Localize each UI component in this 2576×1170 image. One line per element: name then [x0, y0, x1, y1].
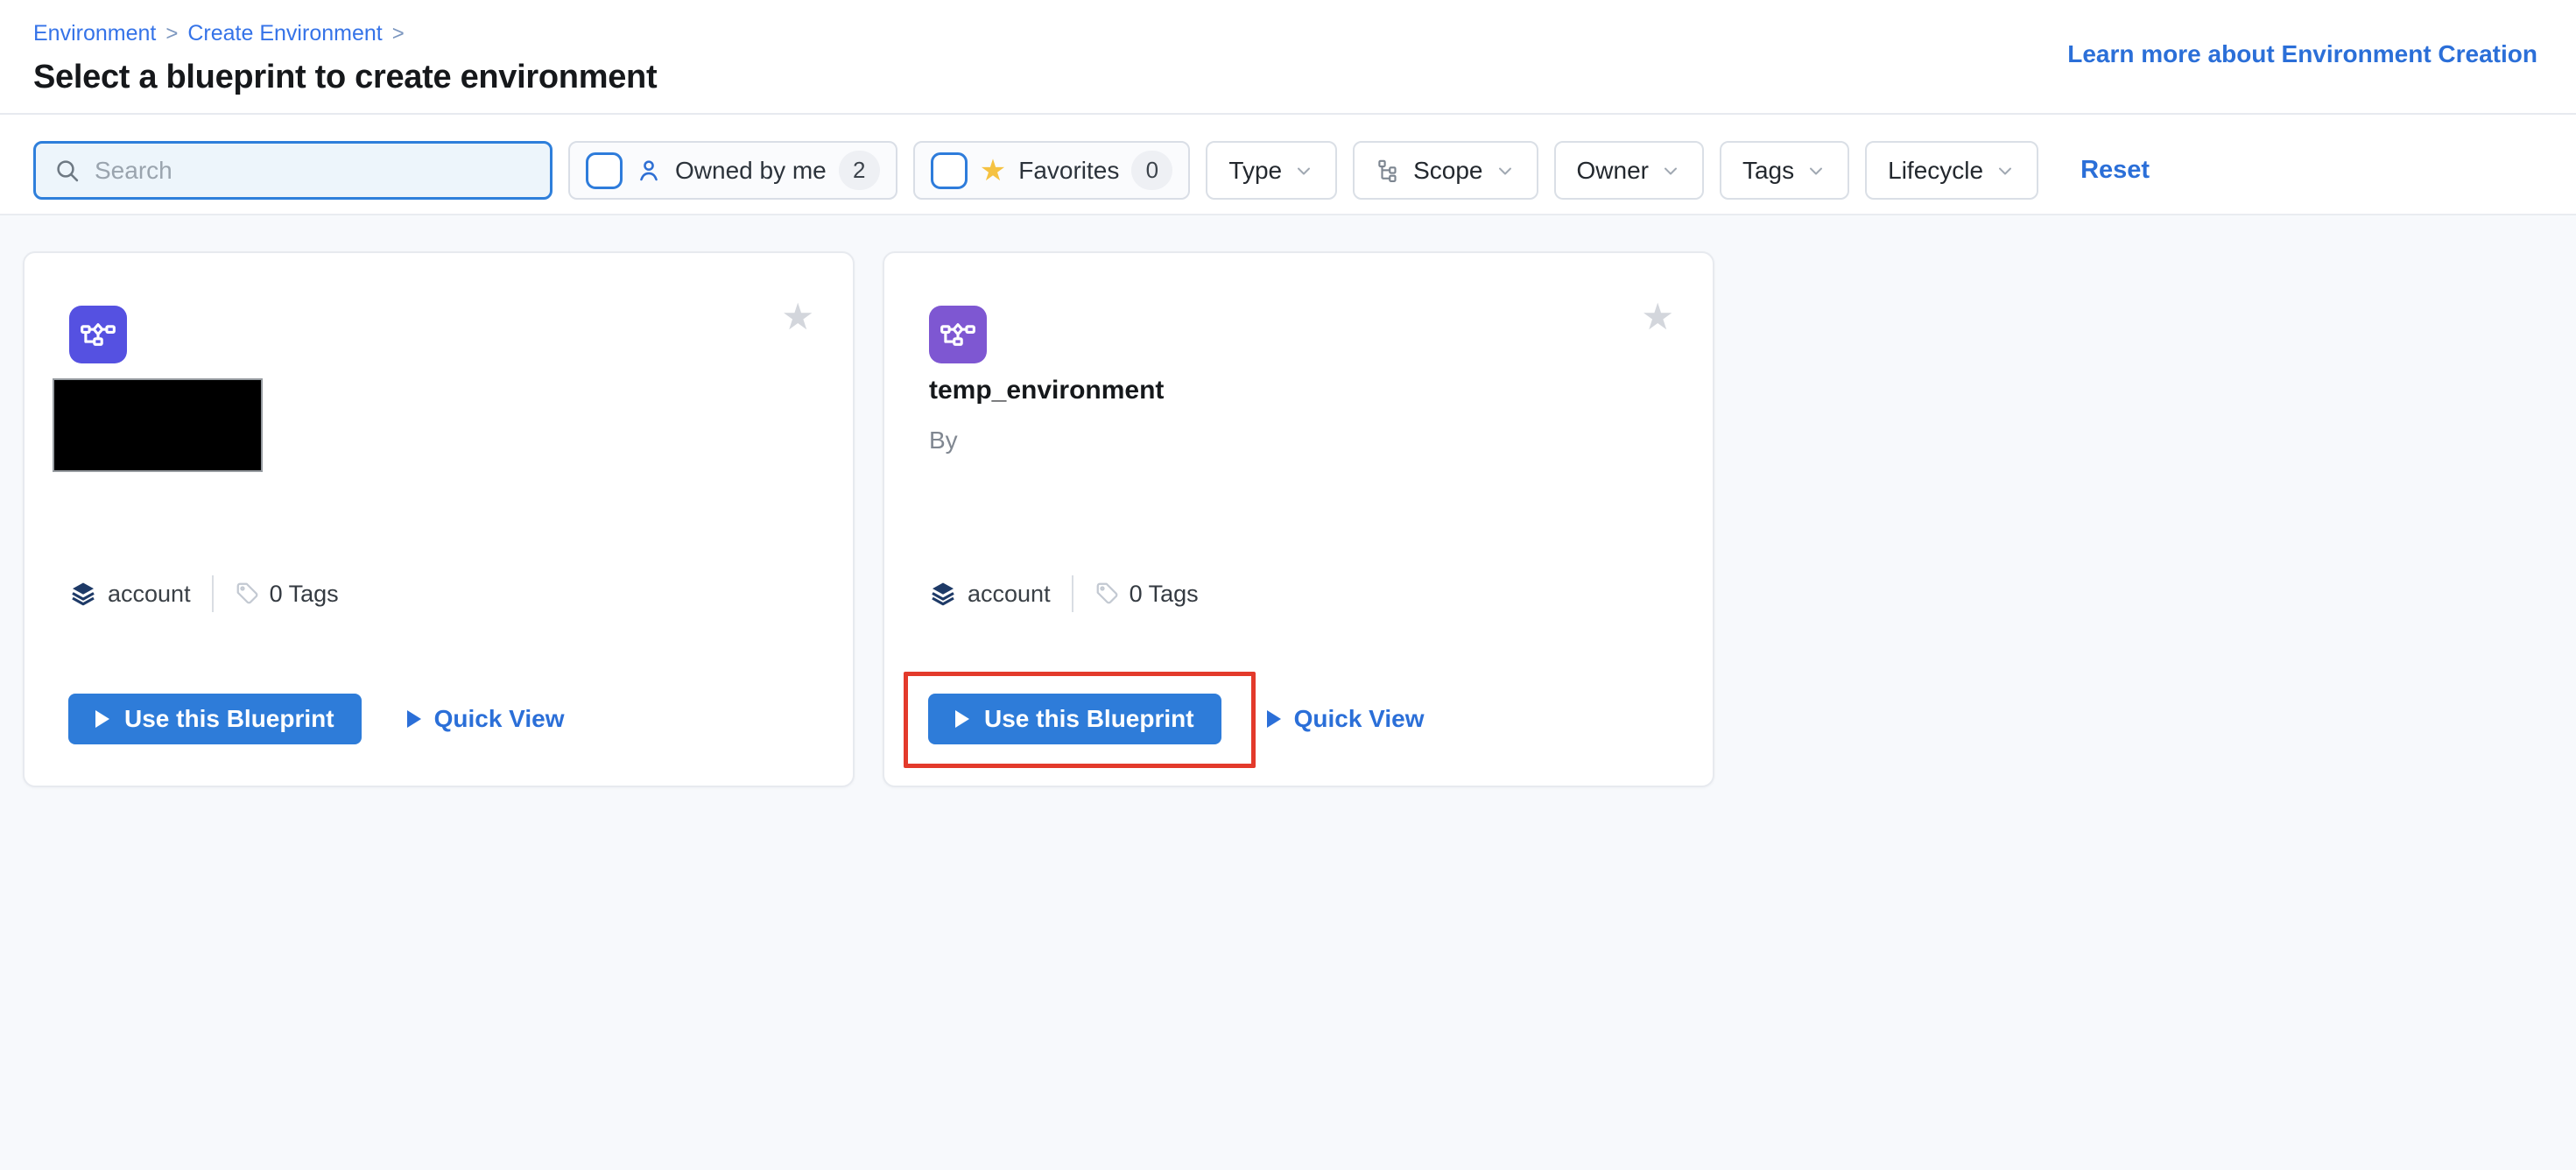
blueprint-icon: [929, 306, 987, 363]
play-icon: [1267, 710, 1281, 728]
chevron-down-icon: [1805, 160, 1826, 181]
hierarchy-icon: [1376, 158, 1402, 184]
divider: [1072, 575, 1073, 612]
chevron-down-icon: [1495, 160, 1516, 181]
lifecycle-filter-dropdown[interactable]: Lifecycle: [1865, 141, 2038, 200]
scope-filter-dropdown[interactable]: Scope: [1353, 141, 1538, 200]
play-icon: [407, 710, 421, 728]
reset-filters-link[interactable]: Reset: [2080, 156, 2150, 185]
divider: [212, 575, 214, 612]
favorites-checkbox[interactable]: [931, 152, 968, 189]
chevron-down-icon: [1293, 160, 1314, 181]
search-icon: [53, 157, 81, 185]
blueprint-card: ★ account 0 Tags Use this Blueprint: [23, 251, 855, 787]
chevron-down-icon: [1660, 160, 1681, 181]
layers-icon: [929, 580, 957, 608]
type-dropdown-label: Type: [1228, 157, 1282, 185]
learn-more-link[interactable]: Learn more about Environment Creation: [2067, 40, 2537, 68]
blueprint-title: temp_environment: [929, 376, 1164, 405]
owned-by-me-label: Owned by me: [675, 157, 827, 185]
layers-icon: [69, 580, 97, 608]
type-filter-dropdown[interactable]: Type: [1206, 141, 1337, 200]
filter-bar: Owned by me 2 ★ Favorites 0 Type Scope O…: [0, 115, 2576, 214]
quick-view-label: Quick View: [1294, 705, 1425, 733]
owned-by-me-checkbox[interactable]: [586, 152, 623, 189]
card-meta-row: account 0 Tags: [69, 575, 339, 612]
owned-by-me-count-badge: 2: [839, 151, 880, 190]
play-icon: [95, 710, 109, 728]
search-input[interactable]: [95, 157, 532, 185]
scope-label: account: [108, 581, 191, 608]
favorites-filter-chip[interactable]: ★ Favorites 0: [913, 141, 1191, 200]
blueprint-card: ★ temp_environment By account 0 Tags Use…: [883, 251, 1714, 787]
use-this-blueprint-button[interactable]: Use this Blueprint: [928, 694, 1221, 744]
favorite-star-icon[interactable]: ★: [1641, 299, 1674, 335]
owner-filter-dropdown[interactable]: Owner: [1554, 141, 1704, 200]
card-meta-row: account 0 Tags: [929, 575, 1199, 612]
favorites-label: Favorites: [1018, 157, 1119, 185]
page-header: Environment > Create Environment > Selec…: [0, 0, 2576, 115]
blueprint-card-grid: ★ account 0 Tags Use this Blueprint: [0, 214, 2576, 1170]
breadcrumb-separator: >: [392, 22, 405, 46]
tag-icon: [235, 581, 261, 607]
breadcrumb-link-create-environment[interactable]: Create Environment: [187, 21, 382, 46]
scope-dropdown-label: Scope: [1413, 157, 1482, 185]
favorites-count-badge: 0: [1131, 151, 1172, 190]
search-box[interactable]: [33, 141, 553, 200]
tags-count-label: 0 Tags: [1130, 581, 1199, 608]
chevron-down-icon: [1995, 160, 2016, 181]
blueprint-author-line: By: [929, 426, 958, 455]
breadcrumb-separator: >: [165, 22, 178, 46]
tags-dropdown-label: Tags: [1742, 157, 1794, 185]
blueprint-icon: [69, 306, 127, 363]
tag-icon: [1094, 581, 1121, 607]
lifecycle-dropdown-label: Lifecycle: [1888, 157, 1983, 185]
favorite-star-icon[interactable]: ★: [781, 299, 814, 335]
use-this-blueprint-button[interactable]: Use this Blueprint: [68, 694, 362, 744]
play-icon: [955, 710, 969, 728]
scope-label: account: [968, 581, 1051, 608]
tags-count-label: 0 Tags: [270, 581, 339, 608]
breadcrumb-link-environment[interactable]: Environment: [33, 21, 156, 46]
person-icon: [635, 157, 663, 185]
owner-dropdown-label: Owner: [1577, 157, 1649, 185]
use-this-blueprint-label: Use this Blueprint: [124, 705, 334, 733]
quick-view-link[interactable]: Quick View: [1267, 705, 1425, 733]
owned-by-me-filter-chip[interactable]: Owned by me 2: [568, 141, 897, 200]
quick-view-link[interactable]: Quick View: [407, 705, 565, 733]
quick-view-label: Quick View: [434, 705, 565, 733]
tags-filter-dropdown[interactable]: Tags: [1720, 141, 1849, 200]
redacted-blueprint-title: [53, 378, 263, 472]
star-icon: ★: [980, 156, 1006, 186]
card-actions-row: Use this Blueprint Quick View: [68, 694, 564, 744]
use-this-blueprint-label: Use this Blueprint: [984, 705, 1194, 733]
card-actions-row: Use this Blueprint Quick View: [928, 694, 1424, 744]
